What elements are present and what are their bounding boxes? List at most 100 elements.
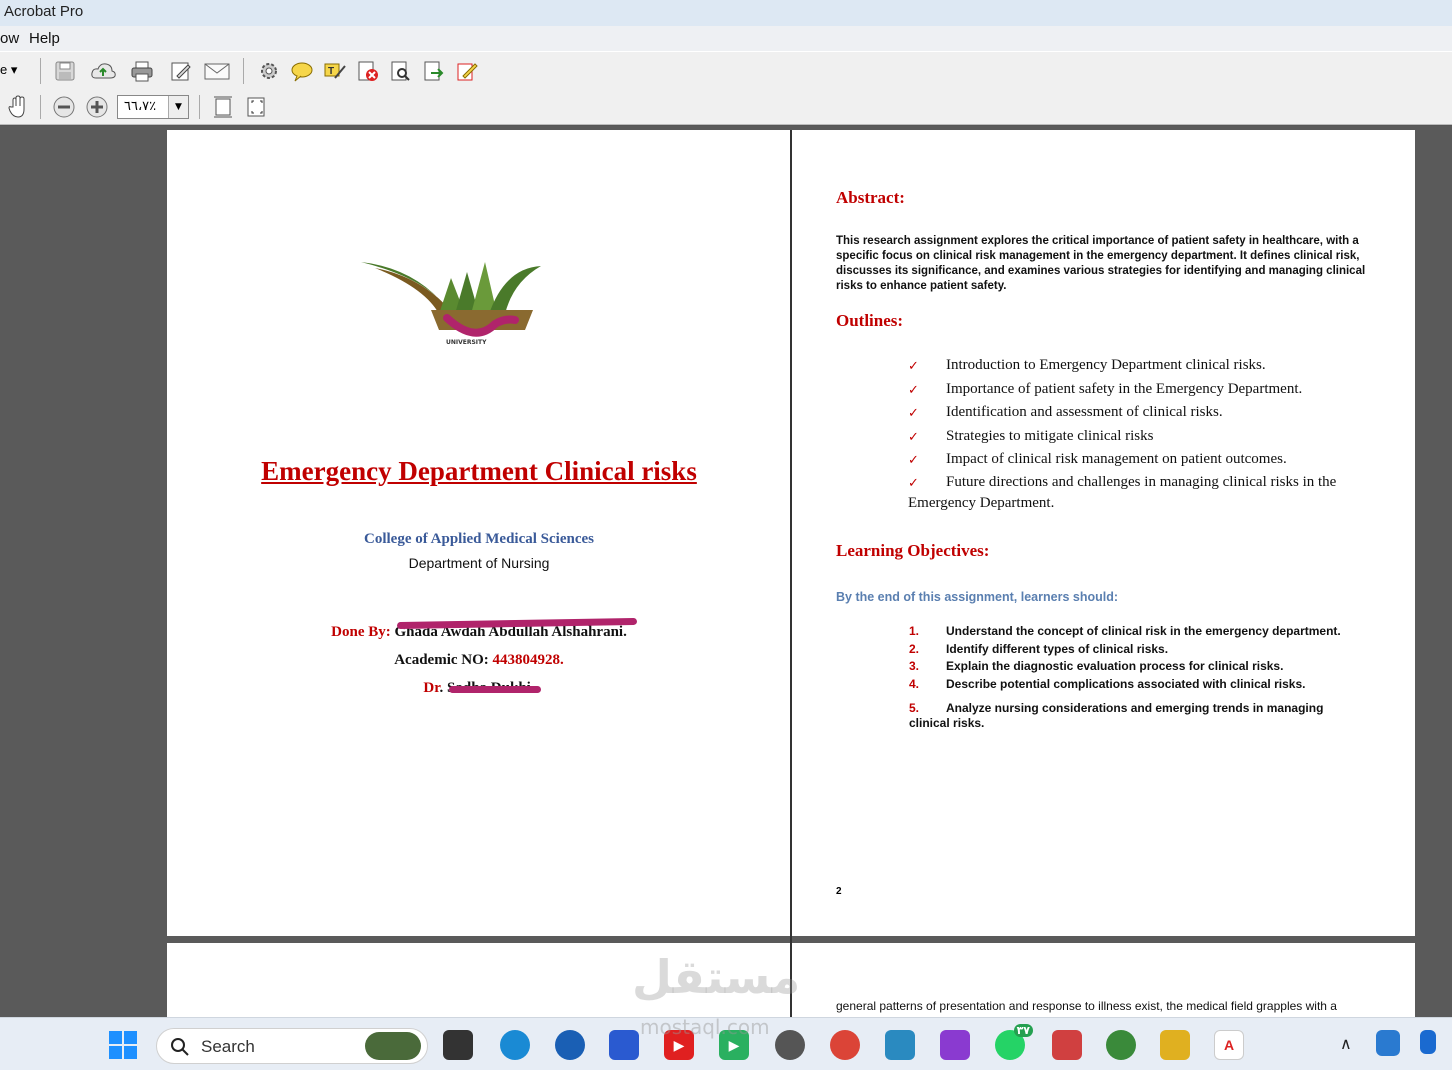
sign-document-icon[interactable] (454, 58, 480, 84)
chrome-icon[interactable] (830, 1030, 860, 1060)
edge-browser-icon[interactable] (500, 1030, 530, 1060)
objective-text: Explain the diagnostic evaluation proces… (946, 659, 1284, 673)
window-title: Acrobat Pro (4, 3, 84, 20)
hand-tool-icon[interactable] (5, 94, 31, 120)
export-page-icon[interactable] (421, 58, 447, 84)
security-shield-icon[interactable] (1376, 1030, 1400, 1056)
toolbar-separator (199, 95, 200, 119)
chevron-down-icon[interactable]: ▼ (168, 96, 188, 118)
email-icon[interactable] (204, 58, 230, 84)
outline-item: Identification and assessment of clinica… (946, 404, 1223, 420)
outline-item: Future directions and challenges in mana… (946, 474, 1337, 490)
outline-item: Importance of patient safety in the Emer… (946, 381, 1303, 397)
redaction-scribble (449, 686, 541, 693)
menu-item-help[interactable]: Help (29, 26, 60, 51)
done-by-label: Done By: (331, 624, 391, 640)
microsoft-store-icon[interactable] (609, 1030, 639, 1060)
whatsapp-badge: ٣٧ (1013, 1024, 1033, 1037)
document-title: Emergency Department Clinical risks (261, 456, 697, 486)
download-manager-icon[interactable] (1106, 1030, 1136, 1060)
outline-item: Introduction to Emergency Department cli… (946, 357, 1266, 373)
objective-number: 1. (909, 624, 920, 638)
edit-document-icon[interactable] (168, 58, 194, 84)
checkmark-icon: ✓ (908, 475, 919, 490)
logo-caption: UNIVERSITY (446, 339, 487, 346)
learning-objectives-intro: By the end of this assignment, learners … (836, 590, 1118, 604)
fit-page-icon[interactable] (210, 94, 236, 120)
save-icon[interactable] (52, 58, 78, 84)
settings-icon[interactable] (775, 1030, 805, 1060)
cloud-upload-icon[interactable] (90, 58, 116, 84)
academic-label: Academic NO: (394, 652, 489, 668)
objective-number: 5. (909, 701, 920, 715)
academic-number-line: Academic NO: 443804928. (167, 652, 791, 669)
objective-number: 4. (909, 677, 920, 691)
college-name: College of Applied Medical Sciences (364, 531, 594, 547)
objective-item: 3. Explain the diagnostic evaluation proc… (909, 659, 1359, 674)
checkmark-icon: ✓ (908, 452, 919, 467)
bluetooth-icon[interactable] (1420, 1030, 1436, 1054)
gear-icon[interactable] (256, 58, 282, 84)
checkmark-icon: ✓ (908, 429, 919, 444)
outline-item: Strategies to mitigate clinical risks (946, 428, 1154, 444)
toolbar-separator (40, 58, 41, 84)
task-view-icon[interactable] (443, 1030, 473, 1060)
zoom-level-value: ٦٦،٧٪ (124, 99, 157, 114)
chevron-up-icon[interactable]: ∧ (1340, 1034, 1352, 1054)
search-highlight-icon[interactable] (365, 1032, 421, 1060)
file-explorer-icon[interactable] (1160, 1030, 1190, 1060)
comment-icon[interactable] (289, 58, 315, 84)
objective-item: 2. Identify different types of clinical r… (909, 642, 1359, 657)
toolbar-separator (40, 95, 41, 119)
checkmark-icon: ✓ (908, 405, 919, 420)
create-dropdown[interactable]: e ▾ (0, 62, 17, 78)
svg-text:T: T (328, 66, 334, 77)
objective-item: 5. Analyze nursing considerations and eme… (909, 701, 1339, 731)
academic-value: 443804928. (492, 652, 564, 668)
objective-number: 3. (909, 659, 920, 673)
department-name: Department of Nursing (408, 555, 550, 571)
whatsapp-icon[interactable]: ٣٧ (995, 1024, 1033, 1060)
windows-start-icon[interactable] (108, 1030, 138, 1060)
watermark-english: mostaql.com (640, 1015, 770, 1039)
page-number: 2 (836, 886, 842, 897)
outline-item-continued: Emergency Department. (908, 495, 1055, 511)
page-divider (790, 130, 792, 1023)
document-viewer[interactable]: UNIVERSITY Emergency Department Clinical… (0, 126, 1452, 1023)
menu-bar: ow Help (0, 26, 1452, 51)
window-titlebar: Acrobat Pro (0, 0, 1452, 26)
app-icon[interactable] (940, 1030, 970, 1060)
outlines-heading: Outlines: (836, 311, 904, 330)
taskbar-search[interactable]: Search (156, 1028, 428, 1064)
university-logo: UNIVERSITY (355, 248, 565, 398)
objective-text: Describe potential complications associa… (946, 677, 1306, 691)
toolbar-separator (243, 58, 244, 84)
acrobat-icon[interactable]: A (1214, 1030, 1244, 1060)
objective-text: Analyze nursing considerations and emerg… (909, 701, 1324, 730)
objective-number: 2. (909, 642, 920, 656)
search-document-icon[interactable] (388, 58, 414, 84)
search-icon (171, 1038, 189, 1056)
abstract-text: This research assignment explores the cr… (836, 235, 1366, 292)
app-icon[interactable] (555, 1030, 585, 1060)
menu-item-window[interactable]: ow (0, 26, 19, 51)
navigation-toolbar: ٦٦،٧٪ ▼ (0, 89, 1452, 125)
remote-desktop-icon[interactable] (885, 1030, 915, 1060)
checkmark-icon: ✓ (908, 382, 919, 397)
search-label: Search (201, 1037, 255, 1056)
zoom-out-icon[interactable] (51, 94, 77, 120)
content-page-2: Abstract: This research assignment explo… (792, 130, 1415, 936)
zoom-level-input[interactable]: ٦٦،٧٪ ▼ (117, 95, 189, 119)
snipping-tool-icon[interactable] (1052, 1030, 1082, 1060)
delete-page-icon[interactable] (355, 58, 381, 84)
full-screen-icon[interactable] (243, 94, 269, 120)
highlight-text-icon[interactable]: T (322, 58, 348, 84)
main-toolbar: e ▾ T (0, 51, 1452, 89)
checkmark-icon: ✓ (908, 358, 919, 373)
outline-item: Impact of clinical risk management on pa… (946, 451, 1287, 467)
watermark-arabic: مستقل (632, 950, 801, 1004)
zoom-in-icon[interactable] (84, 94, 110, 120)
print-icon[interactable] (129, 58, 155, 84)
objective-text: Understand the concept of clinical risk … (946, 624, 1341, 638)
cover-page: UNIVERSITY Emergency Department Clinical… (167, 130, 791, 936)
